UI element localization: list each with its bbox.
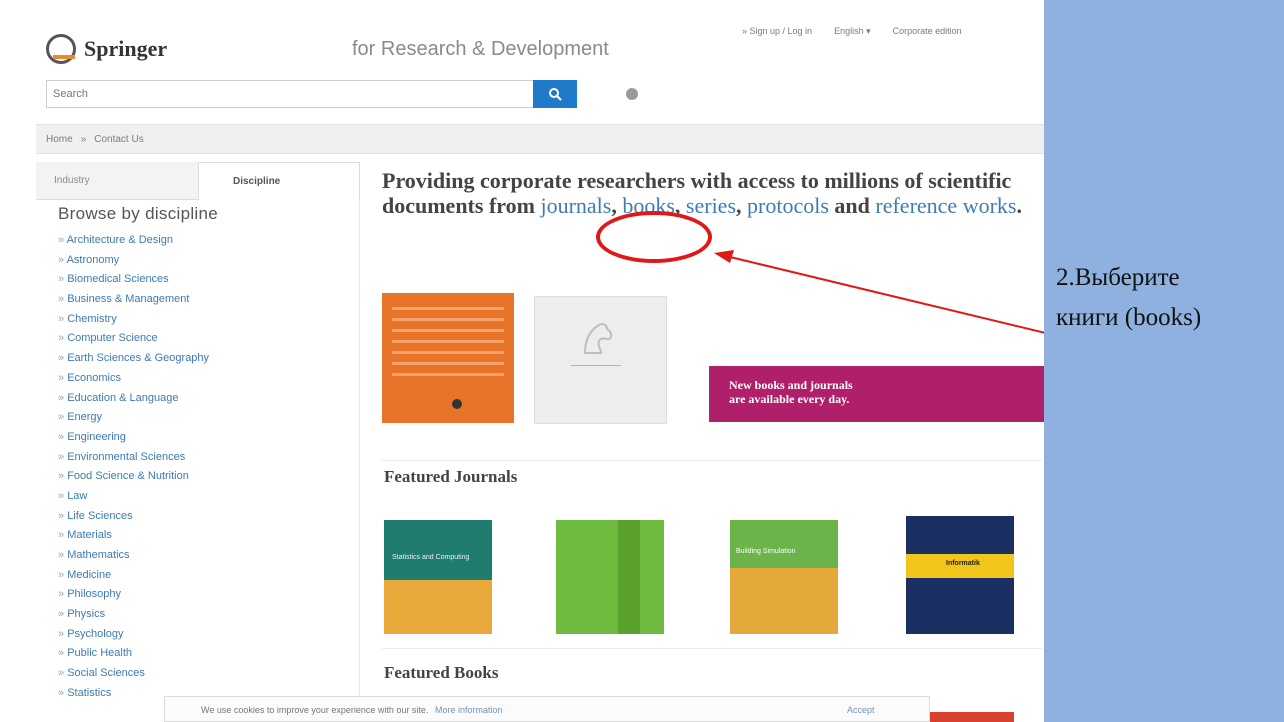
discipline-link[interactable]: Philosophy — [58, 588, 209, 608]
springer-horse-icon — [583, 323, 613, 354]
featured-books-title: Featured Books — [384, 663, 499, 682]
discipline-link[interactable]: Earth Sciences & Geography — [58, 352, 209, 372]
discipline-link[interactable]: Medicine — [58, 569, 209, 589]
logo-text: Springer — [84, 36, 168, 61]
contact-us-link[interactable]: Contact Us — [94, 134, 143, 145]
springer-logo[interactable]: Springer — [46, 34, 167, 64]
search-icon — [549, 88, 562, 101]
discipline-link[interactable]: Environmental Sciences — [58, 451, 209, 471]
protocols-link[interactable]: protocols — [747, 193, 829, 218]
breadcrumb-separator: » — [80, 133, 87, 145]
discipline-link[interactable]: Astronomy — [58, 254, 209, 274]
header: Springer for Research & Development » Si… — [36, 18, 1044, 128]
discipline-link[interactable]: Education & Language — [58, 392, 209, 412]
discipline-link[interactable]: Biomedical Sciences — [58, 273, 209, 293]
annotation-line-1: 2.Выберите — [1056, 264, 1180, 291]
discipline-link[interactable]: Law — [58, 490, 209, 510]
discipline-link[interactable]: Engineering — [58, 431, 209, 451]
sidebar: Industry Discipline Browse by discipline… — [36, 162, 360, 722]
breadcrumb: Home » Contact Us — [36, 124, 1044, 154]
discipline-link[interactable]: Computer Science — [58, 332, 209, 352]
discipline-link[interactable]: Physics — [58, 608, 209, 628]
search-bar — [46, 80, 577, 108]
tagline: for Research & Development — [352, 38, 609, 60]
discipline-link[interactable]: Architecture & Design — [58, 234, 209, 254]
journals-link[interactable]: journals — [540, 193, 611, 218]
language-select[interactable]: English ▾ — [834, 26, 871, 37]
promo-banner[interactable]: New books and journals are available eve… — [709, 366, 1044, 422]
tab-industry[interactable]: Industry — [36, 162, 198, 200]
discipline-link[interactable]: Economics — [58, 372, 209, 392]
page-headline: Providing corporate researchers with acc… — [382, 168, 1022, 218]
journal-cover-title: Informatik — [946, 560, 980, 567]
springer-horse-icon — [46, 34, 76, 64]
discipline-link[interactable]: Business & Management — [58, 293, 209, 313]
headline-and: and — [834, 193, 870, 218]
annotation-line-2: книги (books) — [1056, 304, 1202, 331]
browse-title: Browse by discipline — [58, 204, 219, 223]
journal-cover-title: Building Simulation — [736, 548, 796, 555]
sidebar-tabs: Industry Discipline — [36, 162, 360, 200]
discipline-link[interactable]: Mathematics — [58, 549, 209, 569]
highlight-ellipse — [596, 211, 712, 263]
discipline-link[interactable]: Social Sciences — [58, 667, 209, 687]
corporate-edition-link[interactable]: Corporate edition — [893, 26, 962, 37]
divider — [382, 648, 1042, 649]
journal-cover-title: Statistics and Computing — [392, 554, 470, 561]
featured-journals-title: Featured Journals — [384, 467, 518, 486]
cookie-banner: We use cookies to improve your experienc… — [164, 696, 930, 722]
promo-line-2: are available every day. — [729, 392, 850, 406]
home-link[interactable]: Home — [46, 134, 73, 145]
discipline-list: Architecture & Design Astronomy Biomedic… — [58, 234, 209, 707]
discipline-link[interactable]: Materials — [58, 529, 209, 549]
discipline-link[interactable]: Psychology — [58, 628, 209, 648]
top-links: » Sign up / Log in English ▾ Corporate e… — [742, 26, 962, 37]
journal-cover[interactable]: Building Simulation — [730, 520, 838, 634]
promo-line-1: New books and journals — [729, 378, 853, 392]
accept-cookies-button[interactable]: Accept — [847, 705, 875, 715]
reference-works-link[interactable]: reference works — [875, 193, 1016, 218]
series-link[interactable]: series — [686, 193, 736, 218]
search-input[interactable] — [47, 81, 529, 107]
login-link[interactable]: » Sign up / Log in — [742, 26, 812, 37]
cookie-message: We use cookies to improve your experienc… — [201, 705, 429, 715]
discipline-link[interactable]: Chemistry — [58, 313, 209, 333]
placeholder-book-cover[interactable] — [534, 296, 667, 424]
featured-book-cover[interactable] — [382, 293, 514, 423]
divider — [382, 460, 1042, 461]
annotation-note: 2.Выберите книги (books) — [1056, 258, 1201, 338]
discipline-link[interactable]: Food Science & Nutrition — [58, 470, 209, 490]
journal-cover[interactable] — [556, 520, 664, 634]
search-button[interactable] — [533, 80, 577, 108]
journal-cover[interactable]: Statistics and Computing — [384, 520, 492, 634]
discipline-link[interactable]: Life Sciences — [58, 510, 209, 530]
springer-page: Springer for Research & Development » Si… — [0, 0, 1044, 722]
annotation-panel — [1044, 0, 1284, 722]
more-information-link[interactable]: More information — [435, 705, 503, 715]
tab-discipline[interactable]: Discipline — [198, 162, 360, 200]
discipline-link[interactable]: Energy — [58, 411, 209, 431]
journal-cover[interactable]: Informatik — [906, 516, 1014, 634]
book-cover[interactable] — [930, 712, 1014, 722]
discipline-link[interactable]: Public Health — [58, 647, 209, 667]
eye-icon[interactable] — [626, 88, 638, 100]
